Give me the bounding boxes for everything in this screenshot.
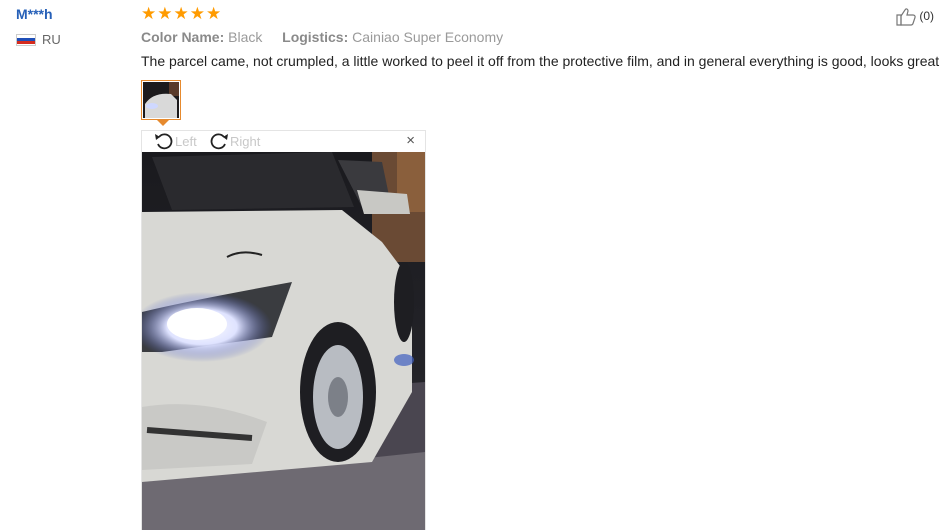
star-icon: ★ [189, 4, 205, 23]
rotate-left-label: Left [175, 133, 197, 149]
logistics-value: Cainiao Super Economy [352, 29, 504, 45]
star-icon: ★ [157, 4, 173, 23]
rotate-right-label: Right [230, 133, 261, 149]
helpful-button[interactable]: (0) [895, 6, 934, 26]
image-viewer: Left Right × [141, 130, 426, 530]
car-photo-thumbnail [143, 82, 179, 118]
thumbnail-pointer [157, 120, 169, 126]
helpful-count: (0) [919, 9, 934, 23]
rotate-left-icon [155, 133, 173, 150]
rotate-right-icon [210, 133, 228, 150]
star-icon: ★ [173, 4, 189, 23]
logistics-label: Logistics: [282, 29, 349, 45]
close-button[interactable]: × [406, 133, 415, 149]
review-photo-large [142, 152, 425, 530]
thumbs-up-icon [896, 8, 917, 26]
review-text: The parcel came, not crumpled, a little … [141, 53, 940, 69]
star-rating: ★ ★ ★ ★ ★ [141, 5, 221, 22]
image-viewer-toolbar: Left Right × [142, 131, 425, 152]
star-icon: ★ [206, 4, 222, 23]
close-icon: × [406, 132, 415, 149]
star-icon: ★ [141, 4, 157, 23]
color-name-label: Color Name: [141, 29, 225, 45]
russia-flag-icon [16, 33, 36, 46]
country-code: RU [42, 32, 61, 47]
rotate-left-button[interactable]: Left [154, 132, 197, 150]
color-name-value: Black [228, 29, 263, 45]
rotate-right-button[interactable]: Right [209, 132, 260, 150]
reviewer-country: RU [16, 32, 61, 47]
reviewer-name: M***h [16, 6, 53, 22]
review-photo-thumbnail[interactable] [141, 80, 181, 120]
order-attributes: Color Name: Black Logistics: Cainiao Sup… [141, 29, 503, 45]
